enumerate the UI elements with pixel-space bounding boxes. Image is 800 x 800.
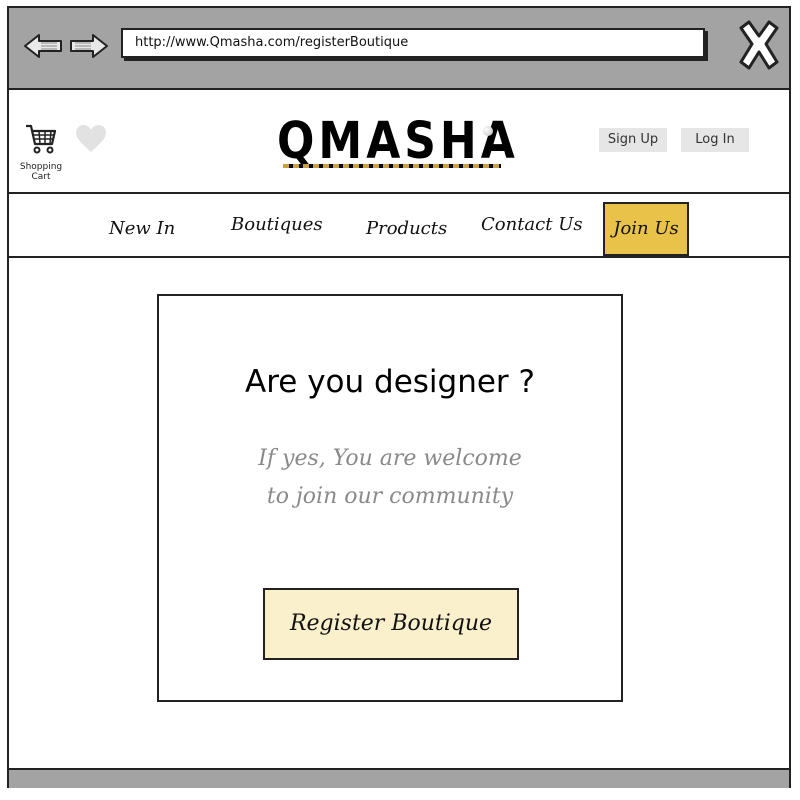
logo-pearl-icon xyxy=(483,126,493,136)
shopping-cart-icon xyxy=(26,124,57,154)
address-bar[interactable]: http://www.Qmasha.com/registerBoutique xyxy=(121,28,705,58)
nav-item-products[interactable]: Products xyxy=(366,216,447,242)
browser-window: http://www.Qmasha.com/registerBoutique S… xyxy=(7,6,791,788)
forward-arrow-icon[interactable] xyxy=(69,32,109,60)
main-nav: New In Boutiques Products Contact Us Joi… xyxy=(9,194,789,258)
welcome-text-line-2: to join our community xyxy=(266,484,514,509)
register-boutique-button[interactable]: Register Boutique xyxy=(263,588,519,660)
sign-up-button[interactable]: Sign Up xyxy=(599,128,667,152)
browser-toolbar: http://www.Qmasha.com/registerBoutique xyxy=(9,8,789,90)
shopping-cart-label: Shopping Cart xyxy=(19,162,63,182)
nav-item-boutiques[interactable]: Boutiques xyxy=(231,212,323,238)
logo-trim xyxy=(283,164,501,168)
welcome-text-line-1: If yes, You are welcome xyxy=(258,446,522,471)
site-header: Shopping Cart QMASHA Sign Up Log In xyxy=(9,90,789,194)
site-logo[interactable]: QMASHA xyxy=(277,112,515,174)
browser-status-bar xyxy=(9,768,789,788)
page-title: Are you designer ? xyxy=(245,364,535,400)
heart-icon[interactable] xyxy=(75,124,107,154)
nav-item-contact-us[interactable]: Contact Us xyxy=(481,212,583,238)
join-us-button[interactable]: Join Us xyxy=(603,202,689,256)
nav-item-new-in[interactable]: New In xyxy=(109,216,175,242)
close-x-icon[interactable] xyxy=(735,18,783,74)
log-in-button[interactable]: Log In xyxy=(681,128,749,152)
register-card: Are you designer ? If yes, You are welco… xyxy=(157,294,623,702)
shopping-cart[interactable]: Shopping Cart xyxy=(19,122,63,182)
back-arrow-icon[interactable] xyxy=(23,32,63,60)
